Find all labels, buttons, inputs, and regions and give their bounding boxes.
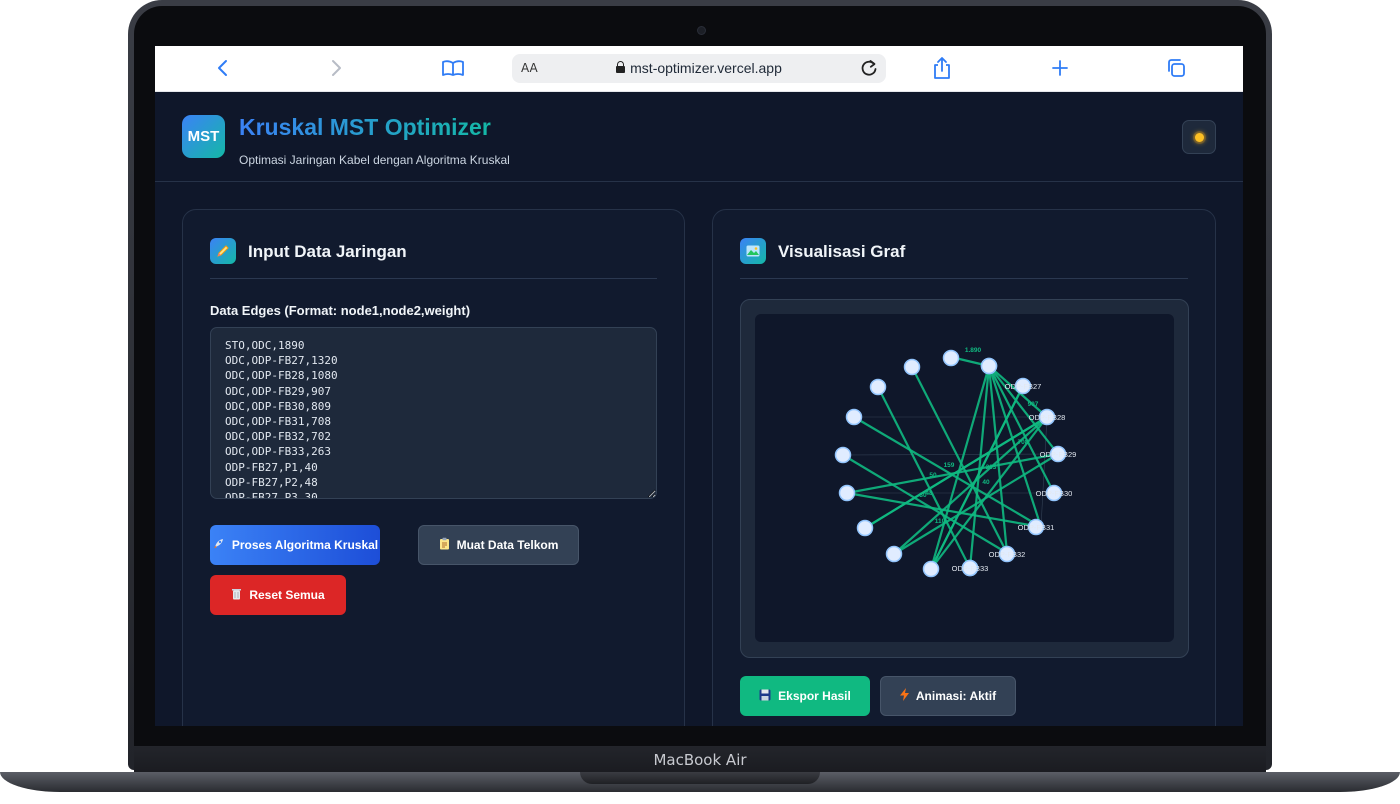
graph-node-label: ODP-FB32 xyxy=(989,550,1026,559)
graph-edge xyxy=(930,385,1024,570)
sun-icon xyxy=(1194,132,1204,142)
reload-icon[interactable] xyxy=(860,58,878,83)
edge-weight-label: 907 xyxy=(1028,401,1039,408)
back-icon[interactable] xyxy=(210,56,234,80)
graph-container: 1.890 907 708 263 159 50 40 48 30 110 ODP-FB27 ODP-… xyxy=(740,299,1189,658)
theme-toggle-button[interactable] xyxy=(1182,120,1216,154)
edges-textarea[interactable] xyxy=(210,327,657,499)
graph-edge-faint xyxy=(842,453,1059,456)
graph-node-label: ODP-FB27 xyxy=(1005,382,1042,391)
graph-node-label: ODP-FB28 xyxy=(1029,413,1066,422)
animation-toggle-button[interactable]: Animasi: Aktif xyxy=(880,676,1016,716)
url-text: mst-optimizer.vercel.app xyxy=(630,60,782,76)
graph-canvas[interactable]: 1.890 907 708 263 159 50 40 48 30 110 ODP-FB27 ODP-… xyxy=(755,314,1174,642)
input-panel-title: Input Data Jaringan xyxy=(248,242,407,261)
load-telkom-data-label: Muat Data Telkom xyxy=(456,538,559,552)
new-tab-icon[interactable] xyxy=(1048,56,1072,80)
camera xyxy=(697,26,706,35)
edge-weight-label: 50 xyxy=(929,472,937,479)
edge-weight-label: 30 xyxy=(919,492,927,499)
graph-edge xyxy=(893,416,1048,555)
divider xyxy=(740,278,1188,279)
edge-weight-label: 40 xyxy=(982,479,990,486)
tabs-icon[interactable] xyxy=(1164,56,1188,80)
pencil-icon xyxy=(210,238,236,264)
graph-node xyxy=(885,545,903,563)
graph-svg[interactable]: 1.89090770826315950404830110ODP-FB27ODP-… xyxy=(755,314,1174,642)
graph-node-label: ODP-FB30 xyxy=(1036,489,1073,498)
export-results-button[interactable]: Ekspor Hasil xyxy=(740,676,870,716)
laptop-notch xyxy=(580,772,820,784)
page-subtitle: Optimasi Jaringan Kabel dengan Algoritma… xyxy=(239,153,510,167)
edge-weight-label: 708 xyxy=(1018,439,1029,446)
bookmarks-icon[interactable] xyxy=(441,56,465,80)
save-icon xyxy=(759,689,771,704)
graph-node-label: ODP-FB33 xyxy=(952,564,989,573)
rocket-icon xyxy=(212,537,225,553)
app-header: MST Kruskal MST Optimizer Optimasi Jarin… xyxy=(155,91,1243,182)
graph-node xyxy=(834,446,852,464)
graph-node xyxy=(845,408,863,426)
graph-node-label: ODP-FB29 xyxy=(1040,450,1077,459)
export-results-label: Ekspor Hasil xyxy=(778,689,851,703)
animation-toggle-label: Animasi: Aktif xyxy=(915,689,997,703)
graph-node xyxy=(942,349,960,367)
input-panel: Input Data Jaringan Data Edges (Format: … xyxy=(182,209,685,726)
edges-field-label: Data Edges (Format: node1,node2,weight) xyxy=(210,303,471,318)
graph-node xyxy=(838,484,856,502)
reset-all-label: Reset Semua xyxy=(249,588,325,602)
graph-node-label: ODP-FB31 xyxy=(1018,523,1055,532)
process-kruskal-label: Proses Algoritma Kruskal xyxy=(231,538,379,552)
edge-weight-label: 159 xyxy=(944,462,955,469)
divider xyxy=(210,278,657,279)
trash-icon xyxy=(231,587,242,603)
page-title: Kruskal MST Optimizer xyxy=(239,114,491,140)
laptop-chin: MacBook Air xyxy=(134,746,1266,774)
load-telkom-data-button[interactable]: Muat Data Telkom xyxy=(418,525,579,565)
share-icon[interactable] xyxy=(930,56,954,80)
graph-node xyxy=(903,358,921,376)
graph-node xyxy=(869,378,887,396)
clipboard-icon xyxy=(439,537,450,553)
image-icon xyxy=(740,238,766,264)
edge-weight-label: 263 xyxy=(986,464,997,471)
lock-icon xyxy=(616,61,626,73)
device-label: MacBook Air xyxy=(653,751,747,769)
process-kruskal-button[interactable]: Proses Algoritma Kruskal xyxy=(210,525,380,565)
graph-node xyxy=(980,357,998,375)
graph-node xyxy=(856,519,874,537)
app-logo: MST xyxy=(182,115,225,158)
screen: AA mst-optimizer.vercel.app MST Kruskal … xyxy=(155,46,1243,726)
forward-icon[interactable] xyxy=(325,56,349,80)
lightning-icon xyxy=(899,688,909,704)
reset-all-button[interactable]: Reset Semua xyxy=(210,575,346,615)
graph-node xyxy=(922,560,940,578)
edge-weight-label: 1.890 xyxy=(965,347,982,354)
graph-panel: Visualisasi Graf 1.890 907 708 263 159 50 40 48… xyxy=(712,209,1216,726)
graph-panel-title: Visualisasi Graf xyxy=(778,242,906,261)
edge-weight-label: 110 xyxy=(935,518,946,525)
browser-toolbar: AA mst-optimizer.vercel.app xyxy=(155,46,1243,92)
address-bar[interactable]: AA mst-optimizer.vercel.app xyxy=(512,54,886,83)
